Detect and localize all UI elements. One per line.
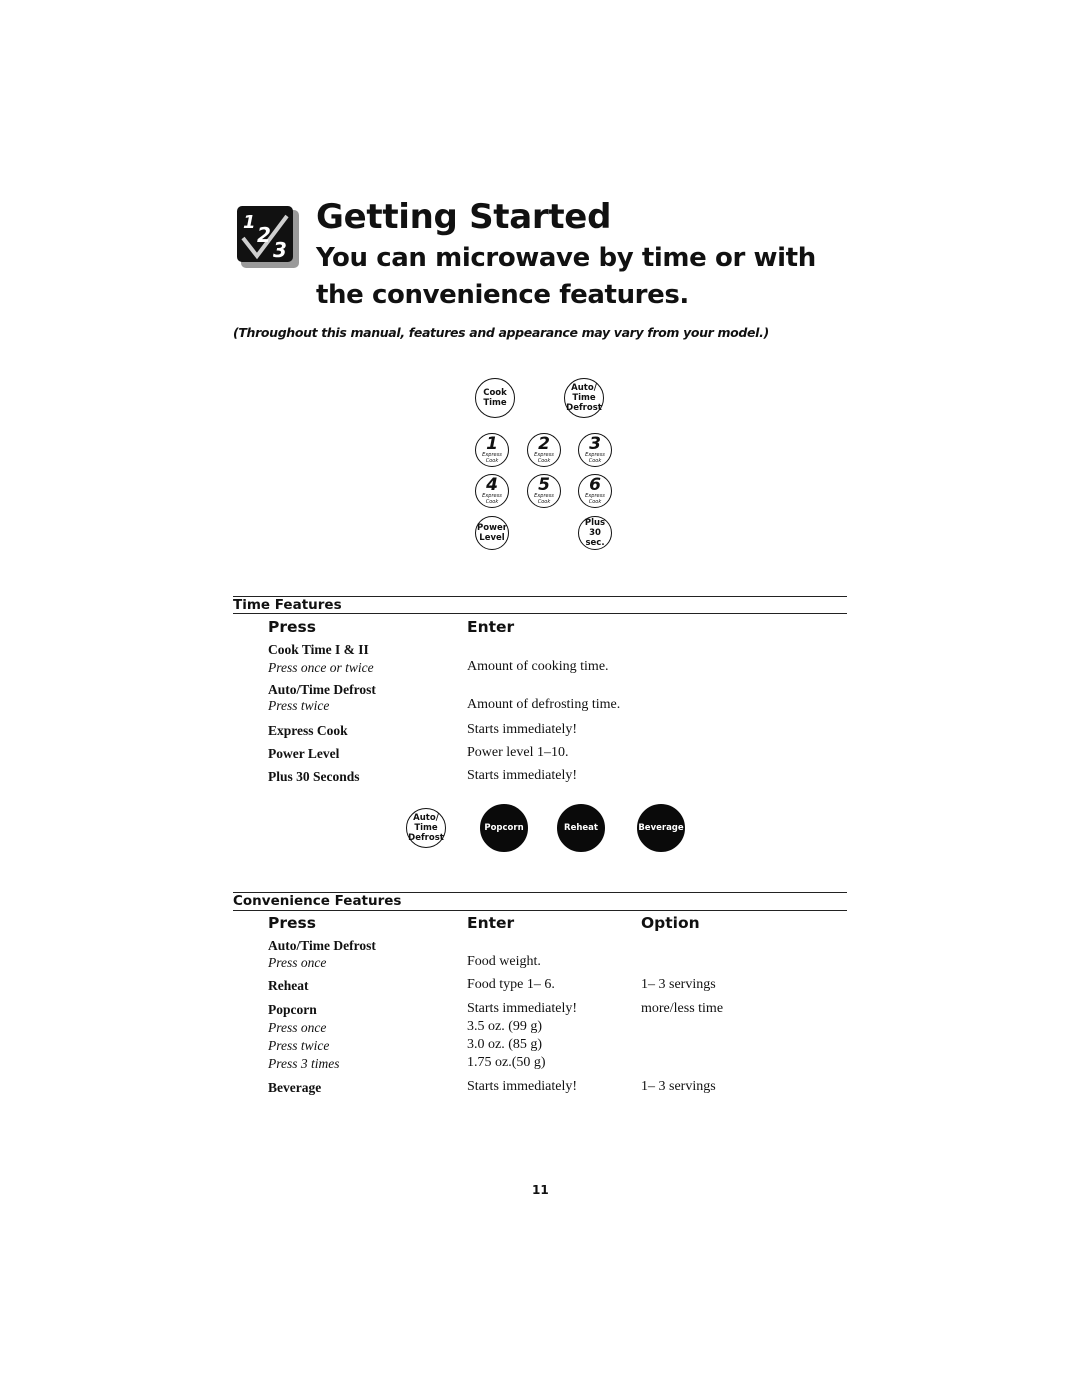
key-number: 6 xyxy=(589,474,601,495)
button-label: Defrost xyxy=(566,403,602,413)
time-row-press-note: Press once or twice xyxy=(268,660,374,675)
convenience-option-header: Option xyxy=(641,914,700,932)
keypad-plus-30-sec-button: Plus 30 sec. xyxy=(578,516,612,550)
keypad-power-level-button: Power Level xyxy=(475,516,509,550)
button-label: Plus xyxy=(584,518,606,528)
convenience-row-press: Beverage xyxy=(268,1080,322,1095)
key-number: 1 xyxy=(486,433,498,454)
button-label: Reheat xyxy=(564,823,598,833)
logo-digit-3: 3 xyxy=(273,238,287,262)
keypad-number-3-button: 3 Express Cook xyxy=(578,433,612,467)
time-row-enter: Power level 1–10. xyxy=(467,745,569,760)
keypad-number-6-button: 6 Express Cook xyxy=(578,474,612,508)
key-sub-label: Cook xyxy=(485,457,499,464)
time-row-press: Express Cook xyxy=(268,723,348,738)
one-two-three-checkmark-icon: 1 2 3 xyxy=(237,206,299,268)
disclaimer-note: (Throughout this manual, features and ap… xyxy=(233,325,769,340)
button-label: Popcorn xyxy=(484,823,524,833)
time-row-press: Power Level xyxy=(268,746,340,761)
section-header-rule xyxy=(233,910,847,911)
time-features-enter-header: Enter xyxy=(467,618,515,636)
convenience-row-press-note: Press once xyxy=(268,1020,327,1035)
convenience-row-option: 1– 3 servings xyxy=(641,1079,716,1094)
reheat-button: Reheat xyxy=(557,804,605,852)
key-number: 5 xyxy=(538,474,550,495)
key-sub-label: Cook xyxy=(588,457,602,464)
button-label: Cook xyxy=(483,388,507,398)
logo-digit-2: 2 xyxy=(257,223,271,247)
button-label: Power xyxy=(477,523,507,533)
keypad-auto-time-defrost-button: Auto/ Time Defrost xyxy=(564,378,604,418)
convenience-row-press-note: Press twice xyxy=(268,1038,330,1053)
convenience-row-enter: 3.5 oz. (99 g) xyxy=(467,1019,543,1034)
convenience-row-press-note: Press once xyxy=(268,955,327,970)
button-label: Time xyxy=(572,393,596,403)
convenience-row-enter: 3.0 oz. (85 g) xyxy=(467,1037,543,1052)
time-row-press: Cook Time I & II xyxy=(268,642,369,657)
page-subtitle: You can microwave by time or with the co… xyxy=(316,243,816,310)
convenience-enter-header: Enter xyxy=(467,914,515,932)
time-row-enter: Starts immediately! xyxy=(467,722,578,737)
time-row-enter: Amount of defrosting time. xyxy=(467,697,621,712)
key-number: 4 xyxy=(486,474,498,495)
time-row-press: Auto/Time Defrost xyxy=(268,682,376,697)
logo-digit-1: 1 xyxy=(243,212,256,233)
convenience-row-enter: 1.75 oz.(50 g) xyxy=(467,1055,546,1070)
time-row-press: Plus 30 Seconds xyxy=(268,769,360,784)
button-label: Time xyxy=(414,823,438,833)
keypad-number-5-button: 5 Express Cook xyxy=(527,474,561,508)
button-label: Auto/ xyxy=(571,383,597,393)
button-label: 30 sec. xyxy=(585,528,605,548)
key-sub-label: Cook xyxy=(537,457,551,464)
convenience-row-enter: Starts immediately! xyxy=(467,1001,578,1016)
time-row-enter: Amount of cooking time. xyxy=(467,659,609,674)
convenience-row-enter: Food type 1– 6. xyxy=(467,977,555,992)
key-sub-label: Cook xyxy=(537,498,551,505)
button-label: Beverage xyxy=(638,823,684,833)
keypad-number-2-button: 2 Express Cook xyxy=(527,433,561,467)
convenience-features-title: Convenience Features xyxy=(233,893,402,909)
convenience-row-press: Popcorn xyxy=(268,1002,317,1017)
key-sub-label: Cook xyxy=(485,498,499,505)
convenience-row-press-note: Press 3 times xyxy=(268,1056,340,1071)
keypad-number-1-button: 1 Express Cook xyxy=(475,433,509,467)
convenience-row-press: Reheat xyxy=(268,978,309,993)
convenience-press-header: Press xyxy=(268,914,316,932)
time-row-enter: Starts immediately! xyxy=(467,768,578,783)
key-sub-label: Cook xyxy=(588,498,602,505)
button-label: Level xyxy=(479,533,505,543)
convenience-row-press: Auto/Time Defrost xyxy=(268,938,376,953)
page-title: Getting Started xyxy=(316,197,612,237)
keypad-number-4-button: 4 Express Cook xyxy=(475,474,509,508)
convenience-row-option: more/less time xyxy=(641,1001,724,1016)
button-label: Time xyxy=(483,398,507,408)
section-header-rule xyxy=(233,613,847,614)
button-label: Defrost xyxy=(408,833,444,843)
keypad-cook-time-button: Cook Time xyxy=(475,378,515,418)
convenience-row-option: 1– 3 servings xyxy=(641,977,716,992)
auto-time-defrost-button: Auto/ Time Defrost xyxy=(406,808,446,848)
time-features-title: Time Features xyxy=(233,597,342,613)
key-number: 2 xyxy=(538,433,550,454)
convenience-row-enter: Starts immediately! xyxy=(467,1079,578,1094)
popcorn-button: Popcorn xyxy=(480,804,528,852)
time-features-press-header: Press xyxy=(268,618,316,636)
key-number: 3 xyxy=(589,433,601,454)
page-number: 11 xyxy=(532,1183,549,1197)
beverage-button: Beverage xyxy=(637,804,685,852)
convenience-row-enter: Food weight. xyxy=(467,954,541,969)
button-label: Auto/ xyxy=(413,813,439,823)
time-row-press-note: Press twice xyxy=(268,698,330,713)
